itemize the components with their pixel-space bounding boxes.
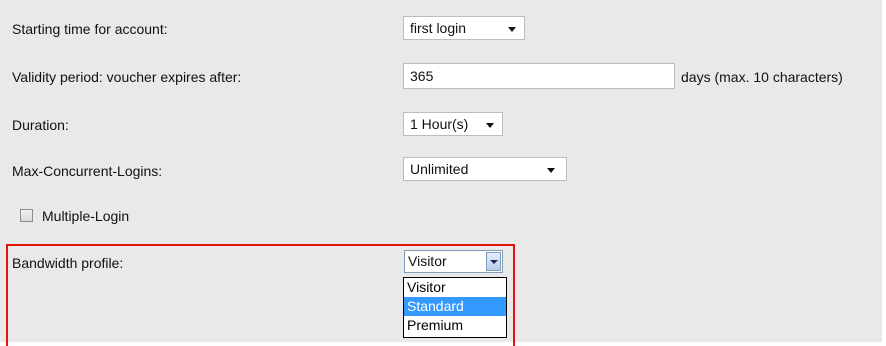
duration-label: Duration: xyxy=(12,117,69,133)
start-time-value: first login xyxy=(410,20,467,36)
option-visitor[interactable]: Visitor xyxy=(404,278,506,297)
duration-value: 1 Hour(s) xyxy=(410,116,469,132)
max-logins-value: Unlimited xyxy=(410,161,469,177)
validity-hint: days (max. 10 characters) xyxy=(681,69,843,85)
start-time-select[interactable]: first login xyxy=(403,16,525,40)
chevron-down-icon xyxy=(508,27,516,32)
bandwidth-value: Visitor xyxy=(408,253,447,269)
voucher-settings-panel: Starting time for account: first login V… xyxy=(0,0,882,346)
bandwidth-select[interactable]: Visitor xyxy=(404,250,503,273)
max-logins-label: Max-Concurrent-Logins: xyxy=(12,163,163,179)
start-time-label: Starting time for account: xyxy=(12,21,168,37)
validity-label: Validity period: voucher expires after: xyxy=(12,69,242,85)
validity-input[interactable]: 365 xyxy=(403,63,675,89)
multiple-login-label: Multiple-Login xyxy=(42,208,130,224)
option-premium[interactable]: Premium xyxy=(404,316,506,335)
chevron-down-icon xyxy=(486,123,494,128)
multiple-login-checkbox[interactable] xyxy=(20,209,33,222)
chevron-down-icon xyxy=(490,260,498,264)
bandwidth-label: Bandwidth profile: xyxy=(12,255,124,271)
dropdown-button[interactable] xyxy=(486,252,501,271)
chevron-down-icon xyxy=(547,168,555,173)
duration-select[interactable]: 1 Hour(s) xyxy=(403,112,503,136)
bandwidth-options-list: Visitor Standard Premium xyxy=(403,277,507,338)
option-standard[interactable]: Standard xyxy=(404,297,506,316)
max-logins-select[interactable]: Unlimited xyxy=(403,157,567,181)
